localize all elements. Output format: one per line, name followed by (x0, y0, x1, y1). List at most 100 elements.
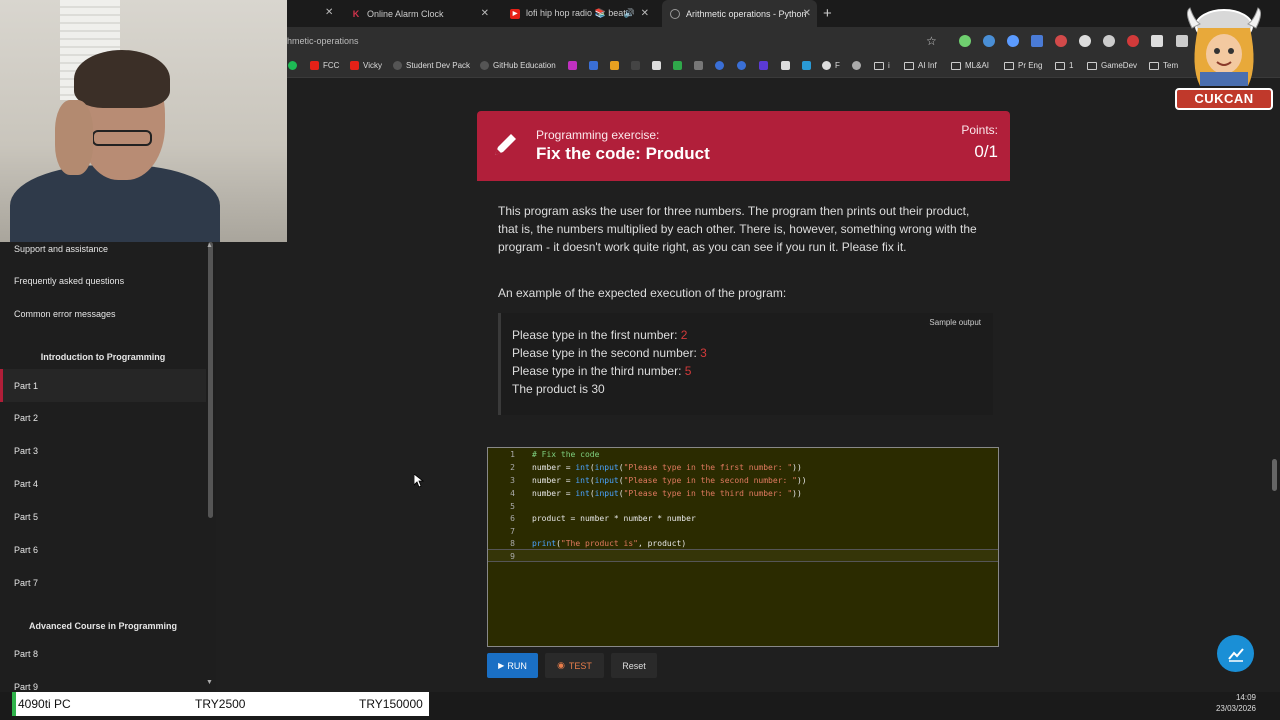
webcam-overlay (0, 0, 287, 242)
example-intro-text: An example of the expected execution of … (498, 286, 787, 300)
bookmark-folder-1[interactable]: 1 (1055, 61, 1073, 70)
webcam-person-hand (55, 100, 93, 175)
eye-icon: ◉ (557, 660, 565, 670)
pencil-icon (495, 134, 516, 155)
sidebar-item-label: Part 9 (14, 681, 39, 692)
bookmark-icon[interactable] (852, 61, 865, 70)
chart-line-icon (1227, 647, 1244, 662)
bookmark-fcc[interactable]: FCC (310, 61, 339, 70)
extension-icon[interactable] (1127, 35, 1139, 47)
bookmark-spotify[interactable] (288, 61, 301, 70)
tab-arithmetic-operations[interactable]: Arithmetic operations - Python ✕ (662, 0, 817, 27)
sidebar-item-label: Part 5 (14, 511, 39, 522)
bookmark-folder-ai-inf[interactable]: AI Inf (904, 61, 937, 70)
bookmark-icon[interactable] (759, 61, 772, 70)
sidebar-item-part-8[interactable]: Part 8 (0, 637, 206, 670)
sample-line: Please type in the first number: 2 (512, 328, 688, 342)
sample-user-input: 5 (684, 364, 692, 378)
extension-icon[interactable] (1007, 35, 1019, 47)
new-tab-plus-icon[interactable]: + (823, 5, 832, 22)
run-button[interactable]: ▶ RUN (487, 653, 538, 678)
extension-icon[interactable] (1151, 35, 1163, 47)
sample-output-label: Sample output (929, 318, 981, 327)
bookmark-icon[interactable] (694, 61, 707, 70)
ticker-item: TRY2500 (195, 697, 246, 711)
sidebar-item-label: Part 2 (14, 412, 39, 423)
bookmark-student-dev-pack[interactable]: Student Dev Pack (393, 61, 470, 70)
extension-icon[interactable] (1055, 35, 1067, 47)
clock-date[interactable]: 23/03/2026 (1216, 704, 1256, 713)
progress-fab-button[interactable] (1217, 635, 1254, 672)
bookmark-icon[interactable] (610, 61, 623, 70)
scroll-down-arrow-icon[interactable]: ▼ (206, 679, 213, 686)
sidebar-scrollbar[interactable] (208, 242, 213, 518)
sample-user-input: 2 (680, 328, 688, 342)
tab-lofi-radio[interactable]: ▶ lofi hip hop radio 📚 beats 🔊 ✕ (502, 0, 655, 27)
bookmark-icon[interactable] (715, 61, 728, 70)
close-tab-icon[interactable]: ✕ (325, 7, 333, 18)
bookmark-folder-pr-eng[interactable]: Pr Eng (1004, 61, 1042, 70)
bookmark-github-education[interactable]: GitHub Education (480, 61, 556, 70)
taskbar: 4090ti PC TRY2500 TRY150000 14:09 23/03/… (0, 692, 1280, 720)
sample-line: Please type in the third number: 5 (512, 364, 692, 378)
bookmark-f[interactable]: F (822, 61, 840, 70)
sidebar-item-part-3[interactable]: Part 3 (0, 434, 206, 467)
sidebar-item-label: Part 6 (14, 544, 39, 555)
bookmark-vicky[interactable]: Vicky (350, 61, 382, 70)
bookmark-icon[interactable] (589, 61, 602, 70)
extension-icon[interactable] (1079, 35, 1091, 47)
sidebar-item-part-2[interactable]: Part 2 (0, 401, 206, 434)
bookmark-icon[interactable] (568, 61, 581, 70)
close-tab-icon[interactable]: ✕ (641, 8, 649, 19)
sidebar-item-faq[interactable]: Frequently asked questions (0, 264, 206, 297)
sidebar-item-part-5[interactable]: Part 5 (0, 500, 206, 533)
code-editor[interactable]: 1 # Fix the code 2 number = int(input("Ple… (487, 447, 999, 647)
bookmark-star-icon[interactable]: ☆ (926, 34, 937, 48)
url-text[interactable]: hmetic-operations (287, 36, 359, 46)
sidebar-item-label: Part 4 (14, 478, 39, 489)
extension-icon[interactable] (983, 35, 995, 47)
sidebar-heading-intro: Introduction to Programming (40, 352, 166, 362)
close-tab-icon[interactable]: ✕ (481, 8, 489, 19)
sidebar-item-part-7[interactable]: Part 7 (0, 566, 206, 599)
reset-button[interactable]: Reset (611, 653, 657, 678)
bookmark-icon[interactable] (652, 61, 665, 70)
bookmark-icon[interactable] (737, 61, 750, 70)
sidebar-item-part-6[interactable]: Part 6 (0, 533, 206, 566)
bookmark-folder-i[interactable]: i (874, 61, 890, 70)
scroll-up-arrow-icon[interactable]: ▲ (206, 242, 213, 249)
bookmark-folder-gamedev[interactable]: GameDev (1087, 61, 1137, 70)
sidebar-item-error-messages[interactable]: Common error messages (0, 297, 206, 330)
code-line: 3 number = int(input("Please type in the … (510, 476, 807, 485)
tab-label: Arithmetic operations - Python (686, 8, 807, 19)
sidebar-item-part-1[interactable]: Part 1 (0, 369, 206, 402)
clock-time[interactable]: 14:09 (1236, 693, 1256, 702)
sidebar-item-label: Frequently asked questions (14, 275, 125, 286)
bookmark-icon[interactable] (673, 61, 686, 70)
bookmark-folder-ml-ai[interactable]: ML&AI (951, 61, 989, 70)
exercise-body: This program asks the user for three num… (477, 181, 1010, 421)
tab-alarm-clock[interactable]: K Online Alarm Clock ✕ (343, 0, 495, 27)
close-tab-icon[interactable]: ✕ (803, 8, 811, 19)
sidebar-item-support[interactable]: Support and assistance (0, 242, 206, 265)
bookmark-icon[interactable] (631, 61, 644, 70)
page-scrollbar[interactable] (1272, 459, 1277, 491)
sidebar-item-label: Part 1 (14, 380, 39, 391)
extension-icon[interactable] (959, 35, 971, 47)
bookmark-icon[interactable] (781, 61, 794, 70)
shield-icon[interactable] (1103, 35, 1115, 47)
speaker-icon[interactable]: 🔊 (624, 8, 635, 19)
sidebar-item-part-9[interactable]: Part 9 (0, 670, 206, 692)
ticker-item: 4090ti PC (18, 697, 71, 711)
tab-label: Online Alarm Clock (367, 8, 444, 19)
test-button[interactable]: ◉ TEST (545, 653, 604, 678)
code-line: 2 number = int(input("Please type in the … (510, 463, 802, 472)
logo-text: CUKCAN (1175, 88, 1273, 110)
bookmark-icon[interactable] (802, 61, 815, 70)
webcam-glasses (92, 130, 152, 146)
sidebar-item-part-4[interactable]: Part 4 (0, 467, 206, 500)
test-button-label: TEST (568, 660, 592, 671)
exercise-header: Programming exercise: Fix the code: Prod… (477, 111, 1010, 181)
translate-icon[interactable] (1031, 35, 1043, 47)
sidebar-item-label: Part 8 (14, 648, 39, 659)
